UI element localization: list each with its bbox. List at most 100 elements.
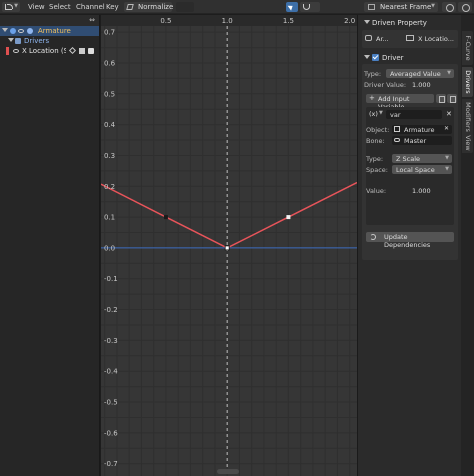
transform-type-label: Type: (366, 155, 384, 163)
plus-icon: + (369, 94, 375, 102)
tab-view[interactable]: View (462, 133, 473, 153)
y-tick-label: -0.5 (104, 399, 118, 407)
tab-modifiers[interactable]: Modifiers (462, 99, 473, 135)
driver-header[interactable]: Driver (362, 52, 458, 63)
graph-canvas[interactable]: 0.7 0.6 0.5 0.4 0.3 0.2 0.1 0.0 -0.1 -0.2 -0.3 -0.4… (101, 15, 357, 476)
y-tick-label: 0.7 (104, 29, 115, 37)
editor-header: ▼ View Select Channel Key Normalize Near… (0, 0, 474, 14)
cursor-select-icon[interactable] (286, 2, 298, 12)
driver-type-dropdown[interactable]: Averaged Value ▼ (386, 69, 454, 78)
variable-value-label: Value: (366, 187, 387, 195)
chevron-down-icon: ▼ (447, 70, 451, 76)
expand-triangle-icon[interactable] (2, 28, 8, 32)
swap-arrows-icon[interactable]: ⇔ (89, 16, 95, 24)
driver-body: Type: Averaged Value ▼ Driver Value: 1.0… (362, 64, 458, 260)
snap-mode-dropdown[interactable]: Nearest Frame ▼ (364, 2, 438, 12)
editor-type-button[interactable]: ▼ (2, 2, 20, 12)
driven-property-header[interactable]: Driven Property (362, 17, 458, 28)
space-dropdown[interactable]: Local Space ▼ (392, 165, 452, 174)
normalize-toggle[interactable]: Normalize (124, 2, 173, 12)
driven-object-label: Ar... (376, 35, 389, 43)
driver-value: 1.000 (412, 81, 431, 89)
update-dependencies-button[interactable]: Update Dependencies (366, 232, 454, 249)
menu-channel[interactable]: Channel (76, 3, 105, 11)
y-tick-label: 0.4 (104, 121, 116, 129)
tab-fcurve[interactable]: F-Curve (462, 31, 473, 65)
bone-field[interactable]: Master (392, 136, 452, 145)
eye-icon[interactable] (13, 49, 19, 53)
graph-editor-icon (5, 4, 13, 10)
tab-view-label: View (464, 135, 472, 151)
transform-type-dropdown[interactable]: Z Scale ▼ (392, 154, 452, 163)
clear-object-icon[interactable]: ✕ (444, 125, 449, 132)
channel-x-location[interactable]: X Location (Sla (0, 46, 99, 56)
eye-icon[interactable] (18, 29, 24, 33)
driven-path-label: X Locatio... (418, 35, 454, 43)
variable-type-dropdown[interactable]: (x) (369, 110, 378, 118)
driver-value-label: Driver Value: (364, 81, 407, 89)
graph-area[interactable]: 0.7 0.6 0.5 0.4 0.3 0.2 0.1 0.0 -0.1 -0.2 -0.3 -0.4… (101, 15, 357, 476)
variable-name-value: var (390, 111, 401, 119)
sidebar-tabs: F-Curve Drivers Modifiers View (461, 15, 474, 476)
wrench-icon[interactable] (68, 46, 77, 55)
mute-checkbox[interactable] (88, 48, 94, 54)
x-tick-label: 1.5 (283, 17, 294, 25)
armature-icon (394, 126, 400, 132)
channel-armature[interactable]: Armature (0, 26, 99, 36)
menu-view[interactable]: View (28, 3, 45, 11)
falloff-icon[interactable] (458, 2, 472, 12)
collapse-triangle-icon[interactable] (364, 55, 370, 59)
y-tick-label: 0.0 (104, 244, 115, 252)
space-value: Local Space (396, 166, 435, 174)
collapse-triangle-icon[interactable] (364, 20, 370, 24)
armature-data-icon (27, 28, 33, 34)
y-tick-label: -0.6 (104, 429, 118, 437)
tab-fcurve-label: F-Curve (464, 35, 472, 61)
variable-value: 1.000 (412, 187, 431, 195)
variable-box: (x) ▼ var ✕ Object: Armature ✕ Bone: Mas… (366, 107, 454, 225)
bone-value: Master (404, 137, 427, 145)
snap-toggle[interactable] (300, 2, 320, 12)
y-tick-label: 0.5 (104, 90, 115, 98)
y-tick-label: -0.1 (104, 275, 118, 283)
chevron-down-icon: ▼ (445, 166, 449, 172)
grid-lines (101, 26, 357, 476)
driven-property-title: Driven Property (372, 19, 427, 27)
drivers-icon (15, 38, 21, 44)
horizontal-scrollbar[interactable] (217, 469, 239, 474)
tab-drivers[interactable]: Drivers (462, 67, 473, 97)
x-tick-label: 2.0 (344, 17, 355, 25)
y-tick-label: -0.7 (104, 460, 118, 468)
frame-icon (368, 4, 375, 10)
driver-fcurve (101, 181, 357, 249)
channel-color-swatch (6, 47, 9, 55)
armature-icon (365, 35, 372, 41)
driver-type-label: Type: (364, 70, 382, 78)
channel-drivers[interactable]: Drivers (0, 36, 99, 46)
y-tick-label: -0.4 (104, 368, 118, 376)
channel-armature-label: Armature (38, 27, 71, 35)
proportional-edit-icon[interactable] (442, 2, 456, 12)
ghost-curves-button[interactable] (176, 2, 194, 12)
paste-variables-icon[interactable] (447, 94, 457, 103)
lock-icon[interactable] (79, 48, 85, 54)
expand-triangle-icon[interactable] (8, 38, 14, 42)
sidebar-panel: Driven Property Ar... X Locatio... Drive… (357, 15, 461, 476)
copy-variables-icon[interactable] (436, 94, 446, 103)
menu-select[interactable]: Select (49, 3, 71, 11)
transform-type-value: Z Scale (396, 155, 421, 163)
snap-mode-label: Nearest Frame (380, 3, 432, 11)
channel-drivers-label: Drivers (24, 37, 50, 45)
y-tick-label: -0.2 (104, 306, 118, 314)
driver-enabled-checkbox[interactable] (372, 54, 379, 61)
remove-variable-icon[interactable]: ✕ (446, 110, 452, 118)
chevron-down-icon: ▼ (379, 110, 383, 116)
y-tick-label: 0.1 (104, 214, 115, 222)
chevron-down-icon: ▼ (445, 155, 449, 161)
normalize-icon (126, 4, 134, 10)
object-field[interactable]: Armature ✕ (392, 125, 452, 134)
variable-name-input[interactable]: var (386, 110, 442, 119)
channel-x-location-label: X Location (Sla (22, 47, 66, 55)
menu-key[interactable]: Key (106, 3, 119, 11)
add-input-variable-button[interactable]: + Add Input Variable (366, 94, 434, 111)
